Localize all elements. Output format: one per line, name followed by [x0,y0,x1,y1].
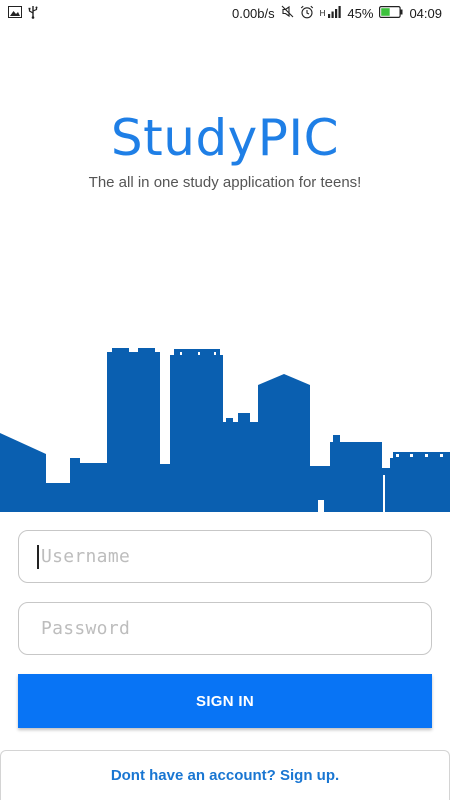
image-icon [8,5,22,21]
username-placeholder: Username [41,546,131,567]
sign-in-button[interactable]: SIGN IN [18,674,432,728]
app-tagline: The all in one study application for tee… [88,174,362,191]
password-placeholder: Password [41,618,131,639]
signup-link[interactable]: Dont have an account? Sign up. [111,767,339,784]
password-field[interactable]: Password [18,602,432,655]
usb-icon [28,5,38,22]
status-bar: 0.00b/s H 45% 04:09 [0,0,450,26]
net-speed: 0.00b/s [231,5,275,21]
text-cursor [37,544,39,569]
network-type: H [319,8,326,18]
city-skyline-illustration [0,348,450,512]
username-field[interactable]: Username [18,530,432,583]
status-right: 0.00b/s H 45% 04:09 [232,5,442,22]
signal-icon [328,5,342,21]
clock: 04:09 [409,5,442,21]
alarm-icon [300,5,314,22]
status-left [8,5,38,22]
mute-icon [281,5,294,21]
app-title: StudyPIC [110,109,340,167]
battery-icon [379,5,403,21]
battery-percent: 45% [347,5,374,21]
signup-bar[interactable]: Dont have an account? Sign up. [0,750,450,800]
